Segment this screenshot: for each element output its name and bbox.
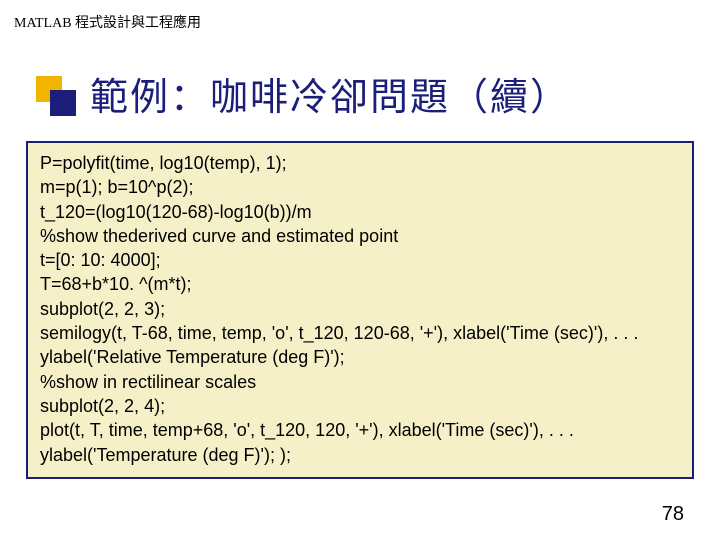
code-line: subplot(2, 2, 3);: [40, 297, 680, 321]
code-block: P=polyfit(time, log10(temp), 1); m=p(1);…: [26, 141, 694, 479]
code-line: %show in rectilinear scales: [40, 370, 680, 394]
code-line: semilogy(t, T-68, time, temp, 'o', t_120…: [40, 321, 680, 345]
code-line: t_120=(log10(120-68)-log10(b))/m: [40, 200, 680, 224]
code-line: plot(t, T, time, temp+68, 'o', t_120, 12…: [40, 418, 680, 442]
code-line: ylabel('Temperature (deg F)'); );: [40, 443, 680, 467]
code-line: subplot(2, 2, 4);: [40, 394, 680, 418]
title-bullet-icon: [36, 76, 72, 112]
code-line: %show thederived curve and estimated poi…: [40, 224, 680, 248]
slide-header: MATLAB 程式設計與工程應用: [0, 0, 720, 32]
code-line: t=[0: 10: 4000];: [40, 248, 680, 272]
page-number: 78: [662, 503, 684, 526]
code-line: T=68+b*10. ^(m*t);: [40, 272, 680, 296]
code-line: P=polyfit(time, log10(temp), 1);: [40, 151, 680, 175]
slide-title-row: 範例：咖啡冷卻問題（續）: [0, 66, 720, 121]
code-line: m=p(1); b=10^p(2);: [40, 175, 680, 199]
slide-title: 範例：咖啡冷卻問題（續）: [90, 66, 570, 121]
code-line: ylabel('Relative Temperature (deg F)');: [40, 345, 680, 369]
